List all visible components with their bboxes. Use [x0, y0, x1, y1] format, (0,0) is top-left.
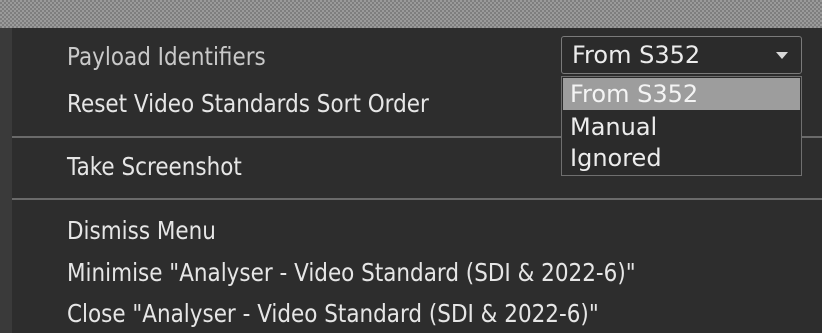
close-window-item[interactable]: Close "Analyser - Video Standard (SDI & … [67, 299, 599, 329]
payload-options-dropdown: From S352 Manual Ignored [561, 76, 802, 176]
background-hatch [0, 0, 822, 28]
payload-select-value: From S352 [572, 41, 701, 69]
option-manual[interactable]: Manual [563, 111, 800, 143]
context-menu-window: Payload Identifiers Reset Video Standard… [0, 0, 822, 333]
payload-identifiers-label: Payload Identifiers [67, 42, 266, 71]
option-from-s352[interactable]: From S352 [563, 78, 800, 110]
take-screenshot-item[interactable]: Take Screenshot [67, 152, 242, 182]
option-ignored[interactable]: Ignored [563, 142, 800, 174]
dismiss-menu-item[interactable]: Dismiss Menu [67, 216, 216, 246]
window-edge [0, 28, 12, 333]
menu-separator [12, 198, 822, 200]
minimise-window-item[interactable]: Minimise "Analyser - Video Standard (SDI… [67, 258, 636, 288]
payload-identifiers-select[interactable]: From S352 [561, 36, 802, 74]
chevron-down-icon[interactable] [776, 52, 788, 59]
reset-sort-order-item[interactable]: Reset Video Standards Sort Order [67, 89, 429, 119]
